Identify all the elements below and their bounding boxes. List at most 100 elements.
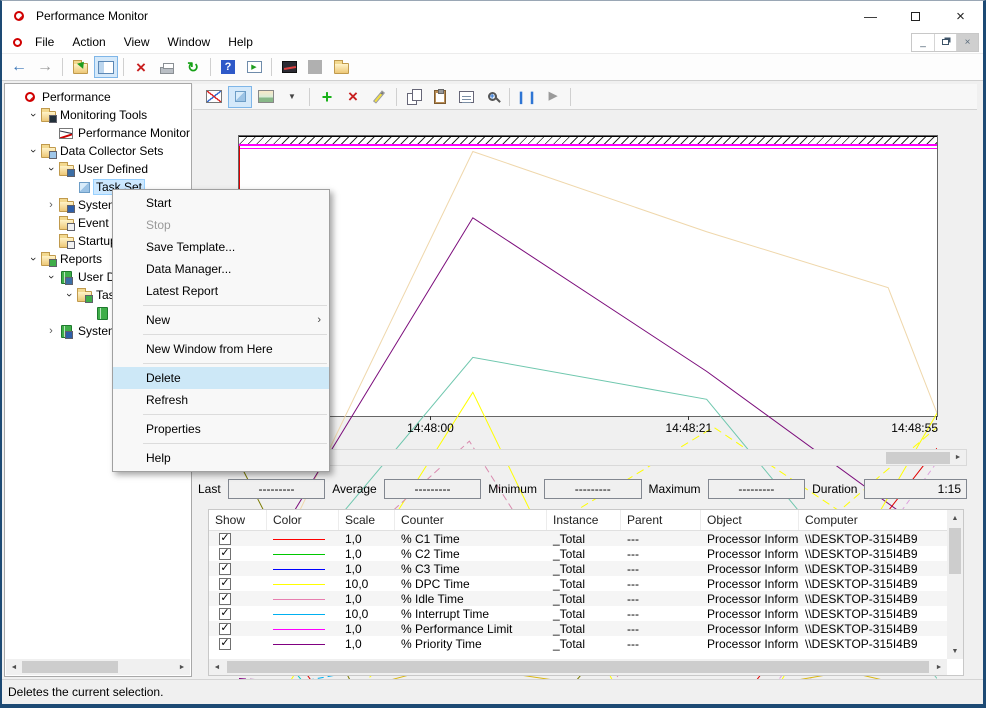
legend-row-c1-time[interactable]: ✓1,0% C1 Time_Total---Processor Informat… xyxy=(209,531,963,546)
menu-item-new-window-from-here[interactable]: New Window from Here xyxy=(113,338,329,360)
menu-item-save-template[interactable]: Save Template... xyxy=(113,236,329,258)
mdi-close-button[interactable]: × xyxy=(956,34,978,51)
folder-button[interactable] xyxy=(329,56,353,78)
paste-button[interactable] xyxy=(428,86,452,108)
show-checkbox[interactable]: ✓ xyxy=(219,548,231,560)
legend-scroll-down-icon[interactable]: ▼ xyxy=(947,643,963,659)
legend-column-color[interactable]: Color xyxy=(267,510,339,530)
tree-scrollbar-thumb[interactable] xyxy=(22,661,118,673)
tree-horizontal-scrollbar[interactable]: ◄ ► xyxy=(6,659,190,675)
show-checkbox[interactable]: ✓ xyxy=(219,578,231,590)
copy-properties-button[interactable] xyxy=(402,86,426,108)
legend-column-show[interactable]: Show xyxy=(209,510,267,530)
chevron-expanded-icon[interactable]: › xyxy=(27,109,39,121)
show-checkbox[interactable]: ✓ xyxy=(219,638,231,650)
legend-column-instance[interactable]: Instance xyxy=(547,510,621,530)
freeze-button[interactable]: ❙❙ xyxy=(515,86,539,108)
legend-vertical-scrollbar[interactable]: ▲ ▼ xyxy=(947,510,963,659)
menu-item-start[interactable]: Start xyxy=(113,192,329,214)
show-checkbox[interactable]: ✓ xyxy=(219,593,231,605)
menu-file[interactable]: File xyxy=(26,32,63,52)
delete-button[interactable]: × xyxy=(129,56,153,78)
minimize-button[interactable]: — xyxy=(848,1,893,31)
legend-row-priority-time[interactable]: ✓1,0% Priority Time_Total---Processor In… xyxy=(209,636,963,651)
legend-scroll-up-icon[interactable]: ▲ xyxy=(947,510,963,526)
highlight-button[interactable] xyxy=(367,86,391,108)
zoom-button[interactable] xyxy=(480,86,504,108)
menu-item-latest-report[interactable]: Latest Report xyxy=(113,280,329,302)
legend-horizontal-scrollbar[interactable]: ◄ ► xyxy=(209,659,947,675)
menu-item-delete[interactable]: Delete xyxy=(113,367,329,389)
tree-item-data-collector-sets[interactable]: ›Data Collector Sets xyxy=(5,142,191,160)
legend-scroll-right-icon[interactable]: ► xyxy=(931,659,947,675)
show-checkbox[interactable]: ✓ xyxy=(219,563,231,575)
menu-item-properties[interactable]: Properties xyxy=(113,418,329,440)
forward-button[interactable]: → xyxy=(33,56,57,78)
mdi-minimize-button[interactable]: _ xyxy=(912,34,934,51)
legend-column-computer[interactable]: Computer xyxy=(799,510,959,530)
menu-window[interactable]: Window xyxy=(159,32,220,52)
close-button[interactable]: × xyxy=(938,1,983,31)
view-log-button[interactable] xyxy=(228,86,252,108)
properties-button[interactable] xyxy=(454,86,478,108)
tree-item-user-defined[interactable]: ›User Defined xyxy=(5,160,191,178)
help-button[interactable]: ? xyxy=(216,56,240,78)
back-button[interactable]: ← xyxy=(7,56,31,78)
tree-item-monitoring-tools[interactable]: ›Monitoring Tools xyxy=(5,106,191,124)
scroll-right-icon[interactable]: ► xyxy=(174,659,190,675)
menu-item-stop[interactable]: Stop xyxy=(113,214,329,236)
chart-scrollbar-thumb[interactable] xyxy=(886,452,950,464)
chevron-collapsed-icon[interactable]: › xyxy=(45,199,57,211)
view-type-button[interactable] xyxy=(254,86,278,108)
show-checkbox[interactable]: ✓ xyxy=(219,533,231,545)
perf-screen-button[interactable] xyxy=(277,56,301,78)
legend-row-idle-time[interactable]: ✓1,0% Idle Time_Total---Processor Inform… xyxy=(209,591,963,606)
chart-scroll-right-icon[interactable]: ► xyxy=(950,450,966,466)
menu-item-refresh[interactable]: Refresh xyxy=(113,389,329,411)
chevron-expanded-icon[interactable]: › xyxy=(45,271,57,283)
chevron-expanded-icon[interactable]: › xyxy=(27,145,39,157)
legend-hscroll-thumb[interactable] xyxy=(227,661,929,673)
legend-row-performance-limit[interactable]: ✓1,0% Performance Limit_Total---Processo… xyxy=(209,621,963,636)
delete-counter-button[interactable]: × xyxy=(341,86,365,108)
legend-vscroll-thumb[interactable] xyxy=(949,528,961,574)
chevron-collapsed-icon[interactable]: › xyxy=(45,325,57,337)
maximize-button[interactable] xyxy=(893,1,938,31)
update-button[interactable]: ▶ xyxy=(541,86,565,108)
scroll-left-icon[interactable]: ◄ xyxy=(6,659,22,675)
legend-scroll-left-icon[interactable]: ◄ xyxy=(209,659,225,675)
mdi-restore-button[interactable] xyxy=(934,34,956,51)
show-checkbox[interactable]: ✓ xyxy=(219,608,231,620)
tree-item-performance-monitor[interactable]: Performance Monitor xyxy=(5,124,191,142)
show-tree-button[interactable] xyxy=(94,56,118,78)
legend-column-parent[interactable]: Parent xyxy=(621,510,701,530)
legend-column-scale[interactable]: Scale xyxy=(339,510,395,530)
legend-column-counter[interactable]: Counter xyxy=(395,510,547,530)
legend-row-c3-time[interactable]: ✓1,0% C3 Time_Total---Processor Informat… xyxy=(209,561,963,576)
menu-item-data-manager[interactable]: Data Manager... xyxy=(113,258,329,280)
export-button[interactable] xyxy=(68,56,92,78)
menu-view[interactable]: View xyxy=(115,32,159,52)
chevron-expanded-icon[interactable]: › xyxy=(45,163,57,175)
menu-item-help[interactable]: Help xyxy=(113,447,329,469)
chevron-expanded-icon[interactable]: › xyxy=(27,253,39,265)
menu-item-new[interactable]: New› xyxy=(113,309,329,331)
refresh-button[interactable]: ↻ xyxy=(181,56,205,78)
legend-row-interrupt-time[interactable]: ✓10,0% Interrupt Time_Total---Processor … xyxy=(209,606,963,621)
add-counter-button[interactable]: + xyxy=(315,86,339,108)
legend-row-dpc-time[interactable]: ✓10,0% DPC Time_Total---Processor Inform… xyxy=(209,576,963,591)
menu-help[interactable]: Help xyxy=(219,32,262,52)
print-button[interactable] xyxy=(155,56,179,78)
show-checkbox[interactable]: ✓ xyxy=(219,623,231,635)
legend-column-object[interactable]: Object xyxy=(701,510,799,530)
new-window-button[interactable] xyxy=(242,56,266,78)
view-current-button[interactable] xyxy=(202,86,226,108)
chevron-expanded-icon[interactable]: › xyxy=(63,289,75,301)
tree-item-label: Performance Monitor xyxy=(75,125,192,141)
legend-row-c2-time[interactable]: ✓1,0% C2 Time_Total---Processor Informat… xyxy=(209,546,963,561)
tree-item-performance[interactable]: Performance xyxy=(5,88,191,106)
caret-button[interactable]: ▼ xyxy=(280,86,304,108)
scale-cell: 1,0 xyxy=(339,622,395,636)
blank-button[interactable] xyxy=(303,56,327,78)
menu-action[interactable]: Action xyxy=(63,32,114,52)
